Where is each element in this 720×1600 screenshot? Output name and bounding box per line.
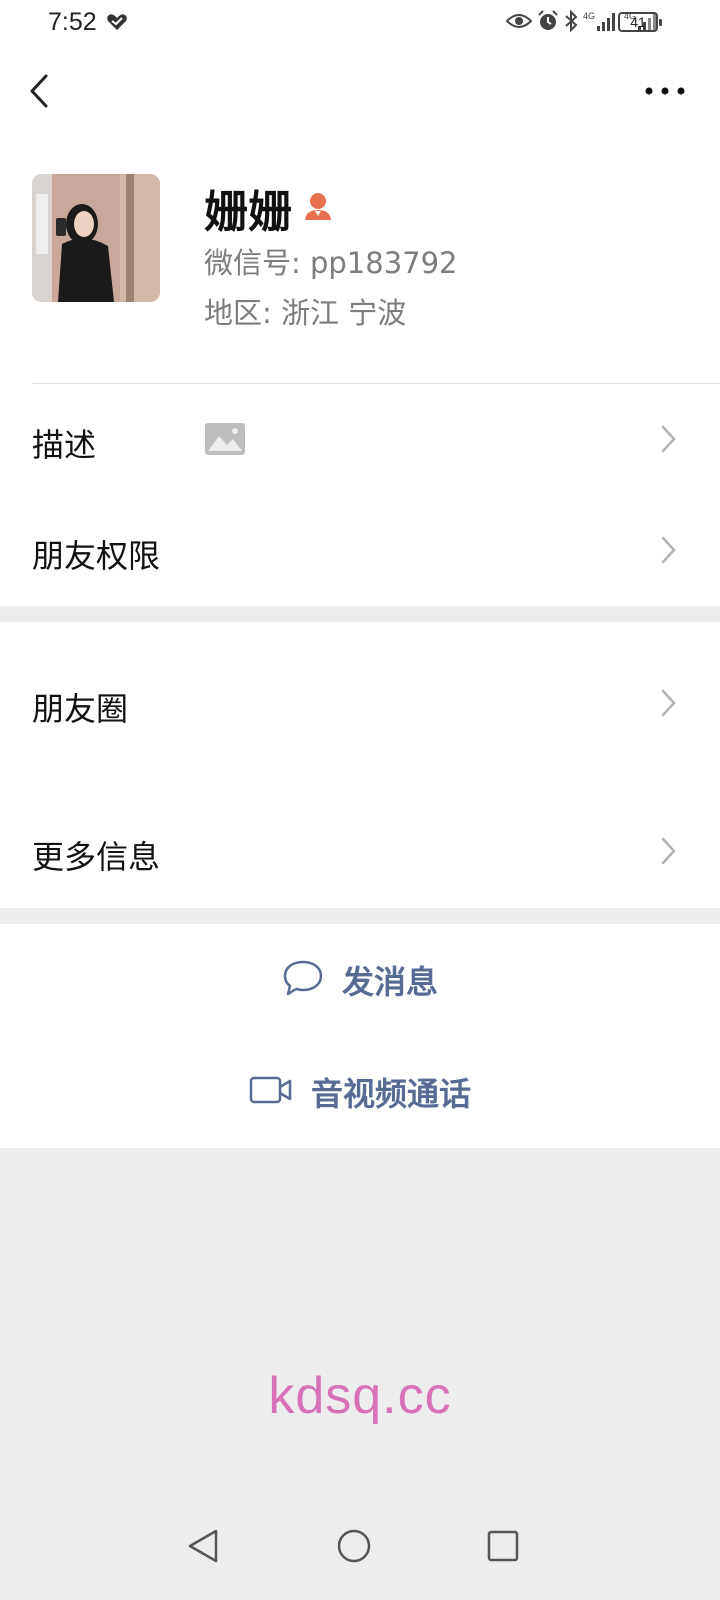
heart-check-icon: [106, 12, 128, 36]
status-bar: 7:52 4G 4G 41: [0, 0, 720, 46]
row-more-info[interactable]: 更多信息: [0, 796, 720, 907]
back-button[interactable]: [22, 66, 62, 116]
chevron-right-icon: [658, 835, 678, 867]
row-friend-permissions-label: 朋友权限: [32, 537, 161, 575]
av-call-button[interactable]: 音视频通话: [0, 1036, 720, 1148]
row-moments-label: 朋友圈: [32, 690, 129, 728]
image-placeholder-icon: [204, 422, 246, 460]
moments-card: 朋友圈 更多信息: [0, 622, 720, 908]
chevron-right-icon: [658, 687, 678, 719]
row-moments[interactable]: 朋友圈: [0, 622, 720, 796]
row-more-info-label: 更多信息: [32, 838, 161, 876]
status-time: 7:52: [48, 8, 97, 36]
battery-indicator: 41: [618, 12, 662, 32]
signal-4g-icon: 4G: [583, 10, 619, 36]
watermark-text: kdsq.cc: [268, 1367, 452, 1425]
chevron-right-icon: [658, 423, 678, 455]
nav-home-icon[interactable]: [336, 1528, 372, 1568]
nav-recents-icon[interactable]: [486, 1529, 520, 1567]
row-friend-permissions[interactable]: 朋友权限: [0, 494, 720, 605]
contact-badge-icon: [302, 190, 334, 226]
send-message-button[interactable]: 发消息: [0, 924, 720, 1036]
name-row: 姗姗: [204, 176, 334, 240]
actions-card: 发消息 音视频通话: [0, 924, 720, 1148]
nav-back-icon[interactable]: [186, 1528, 220, 1568]
info-card: 描述 朋友权限: [0, 384, 720, 606]
contact-name: 姗姗: [204, 187, 292, 238]
av-call-label: 音视频通话: [310, 1075, 471, 1113]
video-camera-icon: [249, 1075, 293, 1109]
profile-header: 姗姗 微信号: pp183792 地区: 浙江 宁波: [0, 136, 720, 384]
region: 地区: 浙江 宁波: [204, 296, 407, 330]
bluetooth-icon: [564, 9, 578, 36]
alarm-icon: [537, 10, 559, 36]
eye-icon: [505, 12, 533, 34]
more-button[interactable]: [640, 76, 690, 106]
system-nav-bar: [0, 1500, 720, 1600]
send-message-label: 发消息: [341, 963, 438, 1001]
row-description-label: 描述: [32, 426, 97, 464]
avatar[interactable]: [32, 174, 160, 302]
nav-bar: [0, 46, 720, 136]
svg-text:4G: 4G: [583, 11, 595, 21]
chevron-left-icon: [30, 74, 48, 108]
chat-bubble-icon: [282, 959, 324, 1001]
more-dots-icon: [645, 87, 685, 95]
chevron-right-icon: [658, 534, 678, 566]
row-description[interactable]: 描述: [0, 384, 720, 494]
wechat-id: 微信号: pp183792: [204, 246, 458, 280]
